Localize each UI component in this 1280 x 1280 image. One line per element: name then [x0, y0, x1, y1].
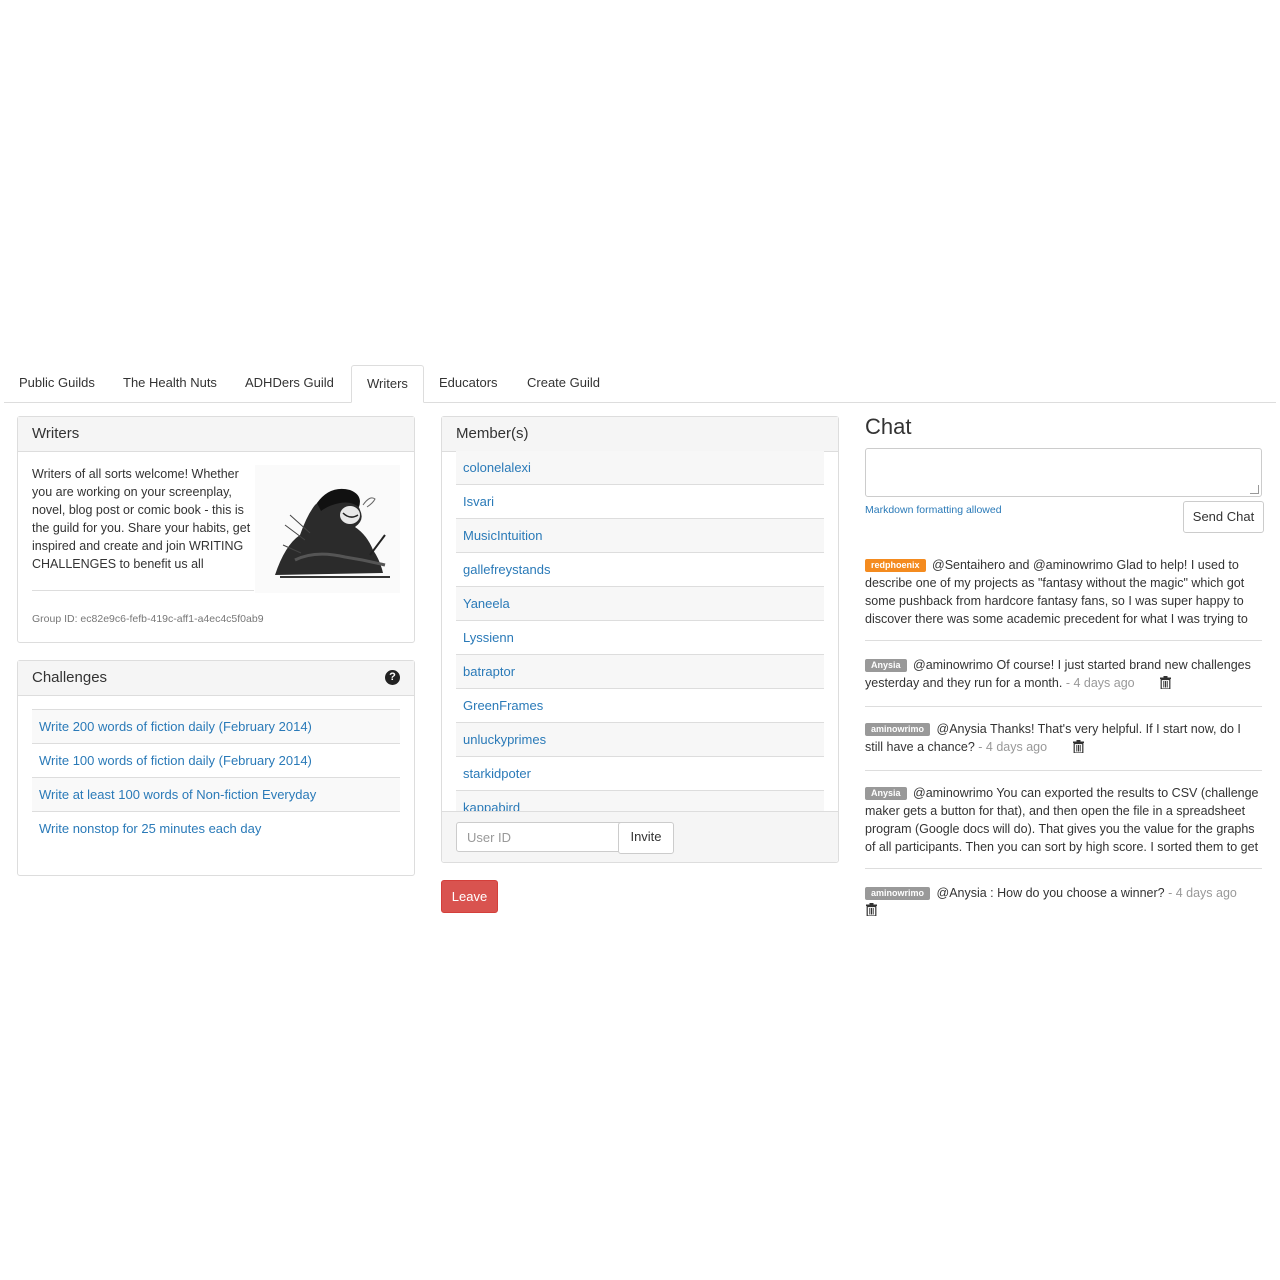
message-time: - 4 days ago	[1168, 886, 1237, 900]
chat-message: aminowrimo @Anysia : How do you choose a…	[865, 884, 1262, 924]
guild-description: Writers of all sorts welcome! Whether yo…	[32, 467, 251, 571]
challenge-link[interactable]: Write 100 words of fiction daily (Februa…	[39, 753, 312, 768]
guild-title: Writers	[18, 417, 414, 452]
question-circle-icon[interactable]: ?	[385, 670, 400, 685]
description-divider	[32, 590, 254, 591]
member-item[interactable]: unluckyprimes	[456, 723, 824, 757]
member-link[interactable]: colonelalexi	[463, 460, 531, 475]
message-time: - 4 days ago	[1065, 676, 1135, 690]
member-list[interactable]: colonelalexi Isvari MusicIntuition galle…	[456, 451, 824, 811]
leave-button[interactable]: Leave	[441, 880, 498, 913]
member-link[interactable]: GreenFrames	[463, 698, 543, 713]
message-time: - 4 days ago	[978, 740, 1048, 754]
challenge-link[interactable]: Write at least 100 words of Non-fiction …	[39, 787, 316, 802]
user-badge[interactable]: redphoenix	[865, 559, 926, 572]
tab-writers[interactable]: Writers	[351, 365, 424, 403]
challenge-link[interactable]: Write 200 words of fiction daily (Februa…	[39, 719, 312, 734]
user-badge[interactable]: Anysia	[865, 787, 907, 800]
group-id: Group ID: ec82e9c6-fefb-419c-aff1-a4ec4c…	[32, 613, 264, 625]
guild-image	[255, 465, 400, 593]
member-link[interactable]: starkidpoter	[463, 766, 531, 781]
member-item[interactable]: Lyssienn	[456, 621, 824, 655]
member-item[interactable]: kappabird	[456, 791, 824, 811]
chat-message: redphoenix @Sentaihero and @aminowrimo G…	[865, 556, 1262, 641]
message-text: @aminowrimo Of course! I just started br…	[865, 658, 1251, 690]
tab-educators[interactable]: Educators	[424, 365, 513, 401]
challenges-panel: Challenges ? Write 200 words of fiction …	[17, 660, 415, 876]
user-id-input[interactable]	[456, 822, 635, 852]
message-text: @aminowrimo You can exported the results…	[865, 786, 1259, 854]
invite-button[interactable]: Invite	[618, 822, 674, 854]
member-link[interactable]: batraptor	[463, 664, 515, 679]
challenge-item[interactable]: Write at least 100 words of Non-fiction …	[32, 777, 400, 811]
challenge-item[interactable]: Write 200 words of fiction daily (Februa…	[32, 709, 400, 743]
tab-adhders-guild[interactable]: ADHDers Guild	[230, 365, 349, 401]
member-item[interactable]: MusicIntuition	[456, 519, 824, 553]
challenges-header: Challenges ?	[18, 661, 414, 696]
member-link[interactable]: MusicIntuition	[463, 528, 542, 543]
tab-create-guild[interactable]: Create Guild	[512, 365, 615, 401]
challenge-item[interactable]: Write 100 words of fiction daily (Februa…	[32, 743, 400, 777]
member-item[interactable]: batraptor	[456, 655, 824, 689]
member-item[interactable]: starkidpoter	[456, 757, 824, 791]
challenge-list: Write 200 words of fiction daily (Februa…	[32, 709, 400, 845]
members-panel: Member(s) colonelalexi Isvari MusicIntui…	[441, 416, 839, 863]
challenges-title: Challenges	[32, 669, 108, 686]
member-item[interactable]: GreenFrames	[456, 689, 824, 723]
challenge-item[interactable]: Write nonstop for 25 minutes each day	[32, 811, 400, 845]
trash-icon[interactable]	[866, 903, 877, 916]
chat-message: Anysia @aminowrimo You can exported the …	[865, 784, 1262, 869]
member-item[interactable]: Yaneela	[456, 587, 824, 621]
member-link[interactable]: Yaneela	[463, 596, 510, 611]
chat-title: Chat	[865, 414, 912, 439]
member-link[interactable]: gallefreystands	[463, 562, 550, 577]
user-badge[interactable]: aminowrimo	[865, 887, 931, 900]
guild-tabs: Public Guilds The Health Nuts ADHDers Gu…	[4, 365, 1276, 403]
challenge-link[interactable]: Write nonstop for 25 minutes each day	[39, 821, 261, 836]
member-item[interactable]: gallefreystands	[456, 553, 824, 587]
resize-handle-icon[interactable]	[1250, 485, 1259, 494]
message-text: @Anysia : How do you choose a winner?	[936, 886, 1165, 900]
member-link[interactable]: unluckyprimes	[463, 732, 546, 747]
chat-textarea[interactable]	[865, 448, 1262, 497]
markdown-note[interactable]: Markdown formatting allowed	[865, 504, 1002, 516]
tab-public-guilds[interactable]: Public Guilds	[4, 365, 110, 401]
member-link[interactable]: Isvari	[463, 494, 494, 509]
member-link[interactable]: kappabird	[463, 800, 520, 811]
user-badge[interactable]: aminowrimo	[865, 723, 931, 736]
trash-icon[interactable]	[1160, 676, 1172, 689]
members-title: Member(s)	[442, 417, 838, 452]
member-link[interactable]: Lyssienn	[463, 630, 514, 645]
invite-bar: Invite	[442, 811, 838, 862]
trash-icon[interactable]	[1072, 740, 1084, 753]
user-badge[interactable]: Anysia	[865, 659, 907, 672]
tab-the-health-nuts[interactable]: The Health Nuts	[108, 365, 232, 401]
chat-message: aminowrimo @Anysia Thanks! That's very h…	[865, 720, 1262, 771]
send-chat-button[interactable]: Send Chat	[1183, 501, 1264, 533]
chat-message: Anysia @aminowrimo Of course! I just sta…	[865, 656, 1262, 707]
member-item[interactable]: colonelalexi	[456, 451, 824, 485]
member-item[interactable]: Isvari	[456, 485, 824, 519]
